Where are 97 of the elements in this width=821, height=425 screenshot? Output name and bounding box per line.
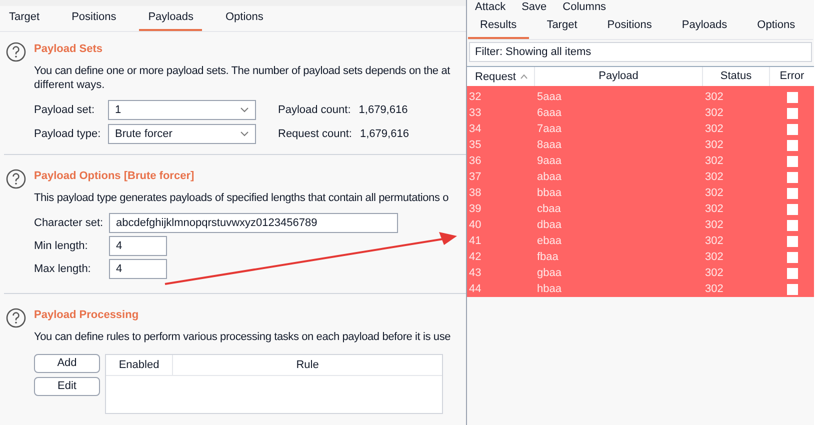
table-cell-text: 302 <box>704 218 724 232</box>
count-value: 1,679,616 <box>358 103 408 117</box>
chevron-down-icon <box>240 131 249 137</box>
help-icon[interactable] <box>6 308 26 328</box>
table-cell-text: 7aaa <box>536 122 562 136</box>
sort-up-icon <box>520 74 528 79</box>
table-cell-text: 35 <box>468 138 482 152</box>
table-cell-text: 40 <box>468 218 482 232</box>
table-cell-text: bbaa <box>536 186 562 200</box>
dropdown[interactable]: 1 <box>108 100 256 120</box>
column-header[interactable]: Enabled <box>106 355 173 375</box>
help-icon[interactable] <box>6 42 26 62</box>
table-cell-text: 302 <box>704 170 724 184</box>
tab[interactable]: Positions <box>595 14 664 39</box>
table-cell-text: 34 <box>468 122 482 136</box>
checkbox[interactable] <box>786 284 798 294</box>
table-cell-text: 302 <box>704 138 724 152</box>
tab[interactable]: Target <box>534 14 590 39</box>
menu-item[interactable]: Columns <box>562 0 606 14</box>
field-label: Payload set: <box>34 103 96 117</box>
help-icon[interactable] <box>6 169 26 189</box>
table-cell-text: dbaa <box>536 218 562 232</box>
text-field[interactable]: abcdefghijklmnopqrstuvwxyz0123456789 <box>109 213 398 233</box>
table-cell-text: gbaa <box>536 266 562 280</box>
tab[interactable]: Options <box>745 14 808 39</box>
table-cell-text: 43 <box>468 266 482 280</box>
tab[interactable]: Options <box>216 6 272 31</box>
checkbox[interactable] <box>786 124 798 134</box>
table-cell-text: 302 <box>704 234 724 248</box>
checkbox[interactable] <box>786 172 798 182</box>
chevron-down-icon <box>240 107 249 113</box>
table-cell-text: hbaa <box>536 282 562 296</box>
table-cell-text: 36 <box>468 154 482 168</box>
menu-item[interactable]: Save <box>522 0 547 14</box>
table-cell-text: 302 <box>704 106 724 120</box>
checkbox[interactable] <box>786 268 798 278</box>
table-cell-text: 302 <box>704 186 724 200</box>
checkbox[interactable] <box>786 188 798 198</box>
table-cell-text: 302 <box>704 154 724 168</box>
description: different ways. <box>34 78 106 92</box>
tab[interactable]: Results <box>468 14 529 39</box>
table-cell-text: 39 <box>468 202 482 216</box>
table-cell-text: 42 <box>468 250 482 264</box>
section-title: Payload Processing <box>34 308 140 322</box>
filter-bar[interactable]: Filter: Showing all items <box>469 42 812 62</box>
table-cell-text: 33 <box>468 106 482 120</box>
table-cell-text: 41 <box>468 234 482 248</box>
dropdown[interactable]: Brute forcer <box>108 124 256 144</box>
tab[interactable]: Payloads <box>139 6 202 31</box>
description: You can define rules to perform various processing tasks on each payload before it is use <box>34 330 451 344</box>
checkbox[interactable] <box>786 156 798 166</box>
column-header[interactable]: Error <box>770 67 814 86</box>
rule-button[interactable]: Add <box>34 354 100 373</box>
column-header[interactable]: Rule <box>173 355 442 375</box>
table-cell-text: 38 <box>468 186 482 200</box>
tab[interactable]: Positions <box>62 6 126 31</box>
tab[interactable]: Target <box>0 6 49 31</box>
field-label: Character set: <box>34 216 104 230</box>
checkbox[interactable] <box>786 204 798 214</box>
field-label: Request count: <box>278 127 352 141</box>
checkbox[interactable] <box>786 92 798 102</box>
table-cell-text: 6aaa <box>536 106 562 120</box>
table-cell-text: 8aaa <box>536 138 562 152</box>
section-title: Payload Options [Brute forcer] <box>34 169 196 183</box>
checkbox[interactable] <box>786 108 798 118</box>
tab[interactable]: Payloads <box>670 14 740 39</box>
table-cell-text: abaa <box>536 170 562 184</box>
field-label: Payload type: <box>34 127 100 141</box>
text-field[interactable]: 4 <box>109 236 167 256</box>
section-title: Payload Sets <box>34 42 104 56</box>
count-value: 1,679,616 <box>360 127 409 141</box>
table-cell-text: 9aaa <box>536 154 562 168</box>
checkbox[interactable] <box>786 220 798 230</box>
field-label: Max length: <box>34 262 92 276</box>
table-cell-text: 302 <box>704 250 724 264</box>
description: This payload type generates payloads of specified lengths that contain all permutations o <box>34 191 449 205</box>
table-cell-text: ebaa <box>536 234 562 248</box>
checkbox[interactable] <box>786 236 798 246</box>
rule-button[interactable]: Edit <box>34 377 100 396</box>
table-cell-text: cbaa <box>536 202 562 216</box>
checkbox[interactable] <box>786 140 798 150</box>
table-cell-text: 37 <box>468 170 482 184</box>
table-cell-text: fbaa <box>536 250 560 264</box>
field-label: Payload count: <box>278 103 351 117</box>
field-label: Min length: <box>34 239 89 253</box>
table-cell-text: 32 <box>468 90 482 104</box>
table-cell-text: 5aaa <box>536 90 562 104</box>
description: You can define one or more payload sets. The number of payload sets depends on the at <box>34 64 450 78</box>
table-cell-text: 302 <box>704 282 724 296</box>
table-cell-text: 302 <box>704 122 724 136</box>
checkbox[interactable] <box>786 252 798 262</box>
table-cell-text: 302 <box>704 202 724 216</box>
table-cell-text: 302 <box>704 90 724 104</box>
text-field[interactable]: 4 <box>109 259 167 279</box>
table-cell-text: 44 <box>468 282 482 296</box>
table-cell-text: 302 <box>704 266 724 280</box>
menu-item[interactable]: Attack <box>475 0 506 14</box>
